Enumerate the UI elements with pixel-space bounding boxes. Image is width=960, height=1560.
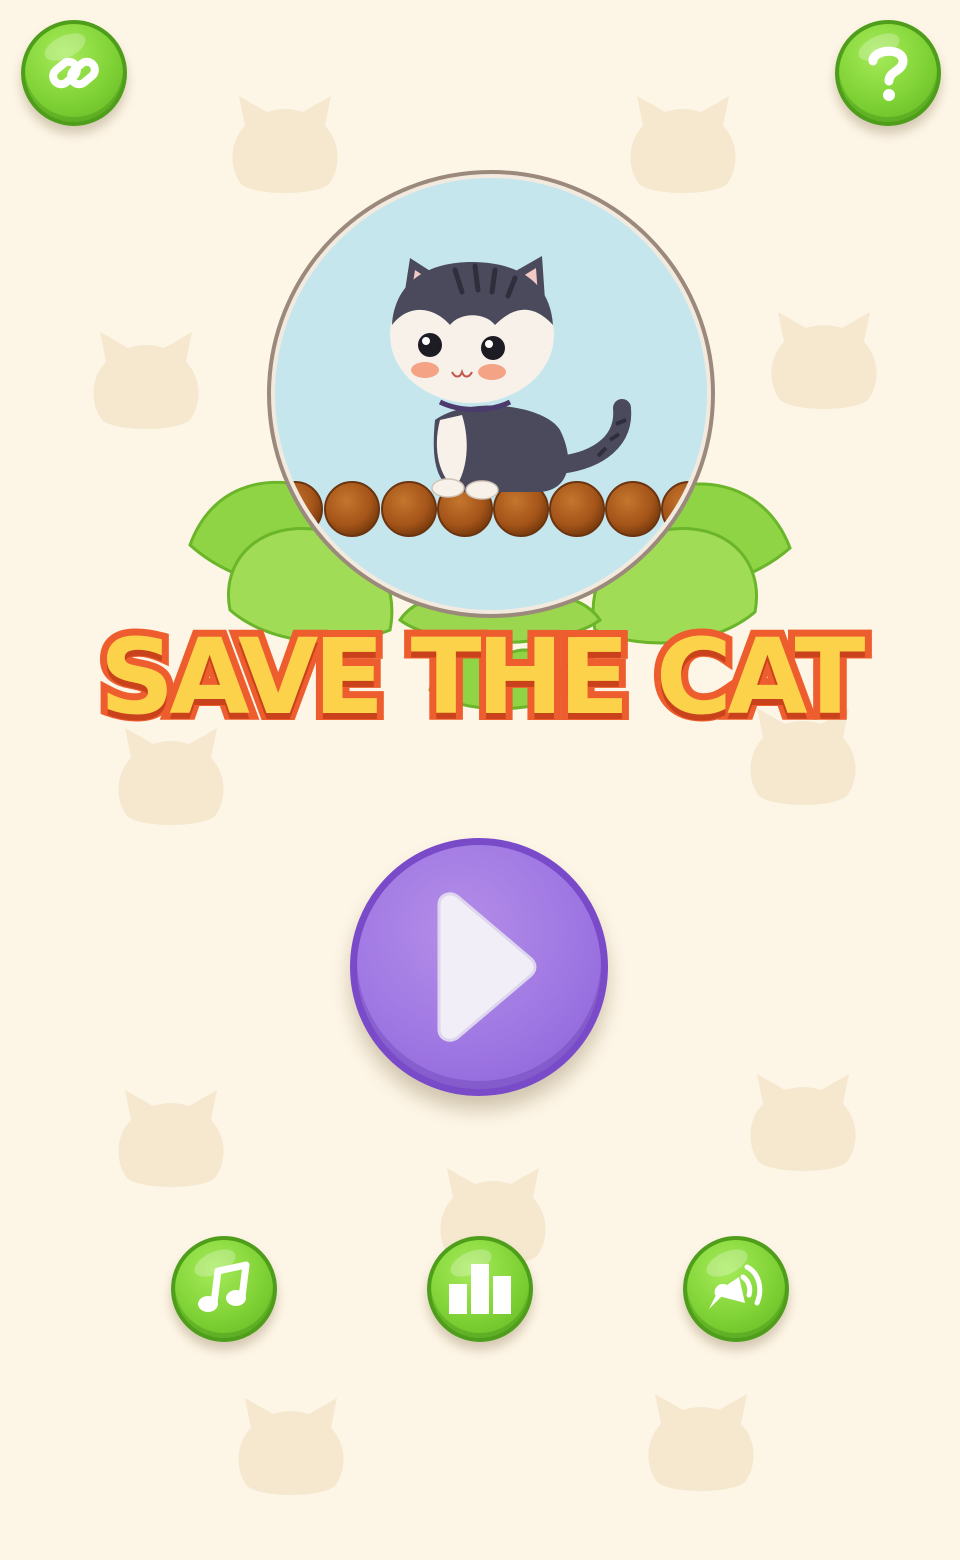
music-button[interactable] [171, 1236, 277, 1342]
background-cat-icon [118, 1090, 224, 1187]
game-title: SAVE THE CAT [93, 610, 873, 743]
background-cat-icon [648, 1394, 754, 1491]
background-cat-icon [238, 1398, 344, 1495]
bar-chart-icon [449, 1264, 511, 1314]
background-cat-icon [750, 1074, 856, 1171]
leaderboard-button[interactable] [427, 1236, 533, 1342]
play-button[interactable] [350, 838, 608, 1096]
sound-button[interactable] [683, 1236, 789, 1342]
play-icon [437, 892, 537, 1042]
speaker-icon [709, 1264, 763, 1309]
music-note-icon [198, 1261, 250, 1312]
